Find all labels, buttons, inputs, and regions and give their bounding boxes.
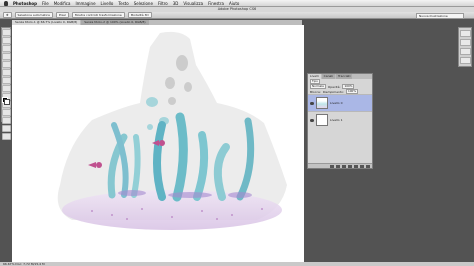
tab-paths[interactable]: Tracciati <box>335 74 353 79</box>
mask-icon[interactable] <box>342 164 346 168</box>
app-menu[interactable]: Photoshop <box>13 1 37 6</box>
menu-select[interactable]: Selezione <box>134 1 153 6</box>
collapsed-panel-dock <box>458 27 472 67</box>
3d-mode-label: Modalità 3D <box>127 12 152 18</box>
menu-filter[interactable]: Filtro <box>158 1 168 6</box>
fill-field[interactable]: 100% <box>346 89 358 94</box>
workspace-select[interactable]: Nuova illustrazione <box>416 13 464 19</box>
marquee-tool-icon[interactable] <box>2 37 11 44</box>
status-bar: 66.67% Doc: 7,72 M/15,4 M <box>0 262 474 266</box>
layers-panel: Livelli Canali Tracciati Tipo Normale Op… <box>307 73 373 169</box>
tools-panel <box>1 27 11 140</box>
layer-row-livello-1[interactable]: Livello 1 <box>308 111 372 128</box>
swatches-panel-icon[interactable] <box>459 57 471 64</box>
layers-footer <box>308 163 372 168</box>
document-canvas[interactable] <box>12 25 304 262</box>
hand-tool-icon[interactable] <box>2 133 11 140</box>
apple-icon[interactable] <box>4 0 8 6</box>
tab-channels[interactable]: Canali <box>321 74 335 79</box>
move-tool-icon[interactable]: ✥ <box>3 12 12 18</box>
layer-name: Livello 0 <box>330 101 343 105</box>
lasso-tool-icon[interactable] <box>2 45 11 52</box>
menu-bar: Photoshop File Modifica Immagine Livello… <box>0 0 474 7</box>
gradient-tool-icon[interactable] <box>2 117 11 124</box>
quick-select-tool-icon[interactable] <box>2 53 11 60</box>
menu-layer[interactable]: Livello <box>101 1 114 6</box>
text-tool-icon[interactable] <box>2 125 11 132</box>
zoom-readout[interactable]: 66.67% <box>3 262 14 266</box>
eraser-tool-icon[interactable] <box>2 109 11 116</box>
blend-mode-select[interactable]: Normale <box>310 84 326 89</box>
menu-edit[interactable]: Modifica <box>54 1 71 6</box>
doc-size: Doc: 7,72 M/15,4 M <box>15 262 45 266</box>
lock-label: Blocca: <box>310 89 321 94</box>
adjustment-icon[interactable] <box>348 164 352 168</box>
trash-icon[interactable] <box>366 164 370 168</box>
menu-help[interactable]: Aiuto <box>229 1 239 6</box>
brush-panel-icon[interactable] <box>459 48 471 55</box>
move-tool-icon[interactable] <box>2 29 11 36</box>
layer-name: Livello 1 <box>330 118 343 122</box>
menu-window[interactable]: Finestra <box>208 1 224 6</box>
history-panel-icon[interactable] <box>459 30 471 37</box>
crop-tool-icon[interactable] <box>2 61 11 68</box>
layer-thumbnail <box>316 114 328 126</box>
options-bar: ✥ Selezione automatica Pixel Mostra cont… <box>0 12 474 19</box>
menu-type[interactable]: Testo <box>118 1 128 6</box>
link-icon[interactable] <box>330 164 334 168</box>
layer-thumbnail <box>316 97 328 109</box>
eyedropper-tool-icon[interactable] <box>2 69 11 76</box>
transform-controls-checkbox[interactable]: Mostra controlli trasformazione <box>71 12 125 18</box>
watercolor-artwork <box>57 31 287 230</box>
menu-view[interactable]: Visualizza <box>183 1 203 6</box>
healing-tool-icon[interactable] <box>2 77 11 84</box>
background-color-swatch[interactable] <box>4 99 10 105</box>
new-layer-icon[interactable] <box>360 164 364 168</box>
menu-image[interactable]: Immagine <box>75 1 95 6</box>
visibility-eye-icon[interactable] <box>310 101 314 105</box>
visibility-eye-icon[interactable] <box>310 118 314 122</box>
auto-select-checkbox[interactable]: Selezione automatica <box>14 12 53 18</box>
menu-file[interactable]: File <box>42 1 49 6</box>
properties-panel-icon[interactable] <box>459 39 471 46</box>
layer-row-livello-0[interactable]: Livello 0 <box>308 94 372 111</box>
fill-label: Riempimento: <box>322 89 344 94</box>
menu-3d[interactable]: 3D <box>173 1 179 6</box>
mode-select[interactable]: Pixel <box>55 12 69 18</box>
brush-tool-icon[interactable] <box>2 85 11 92</box>
folder-icon[interactable] <box>354 164 358 168</box>
fx-icon[interactable] <box>336 164 340 168</box>
opacity-label: Opacità: <box>327 84 341 89</box>
